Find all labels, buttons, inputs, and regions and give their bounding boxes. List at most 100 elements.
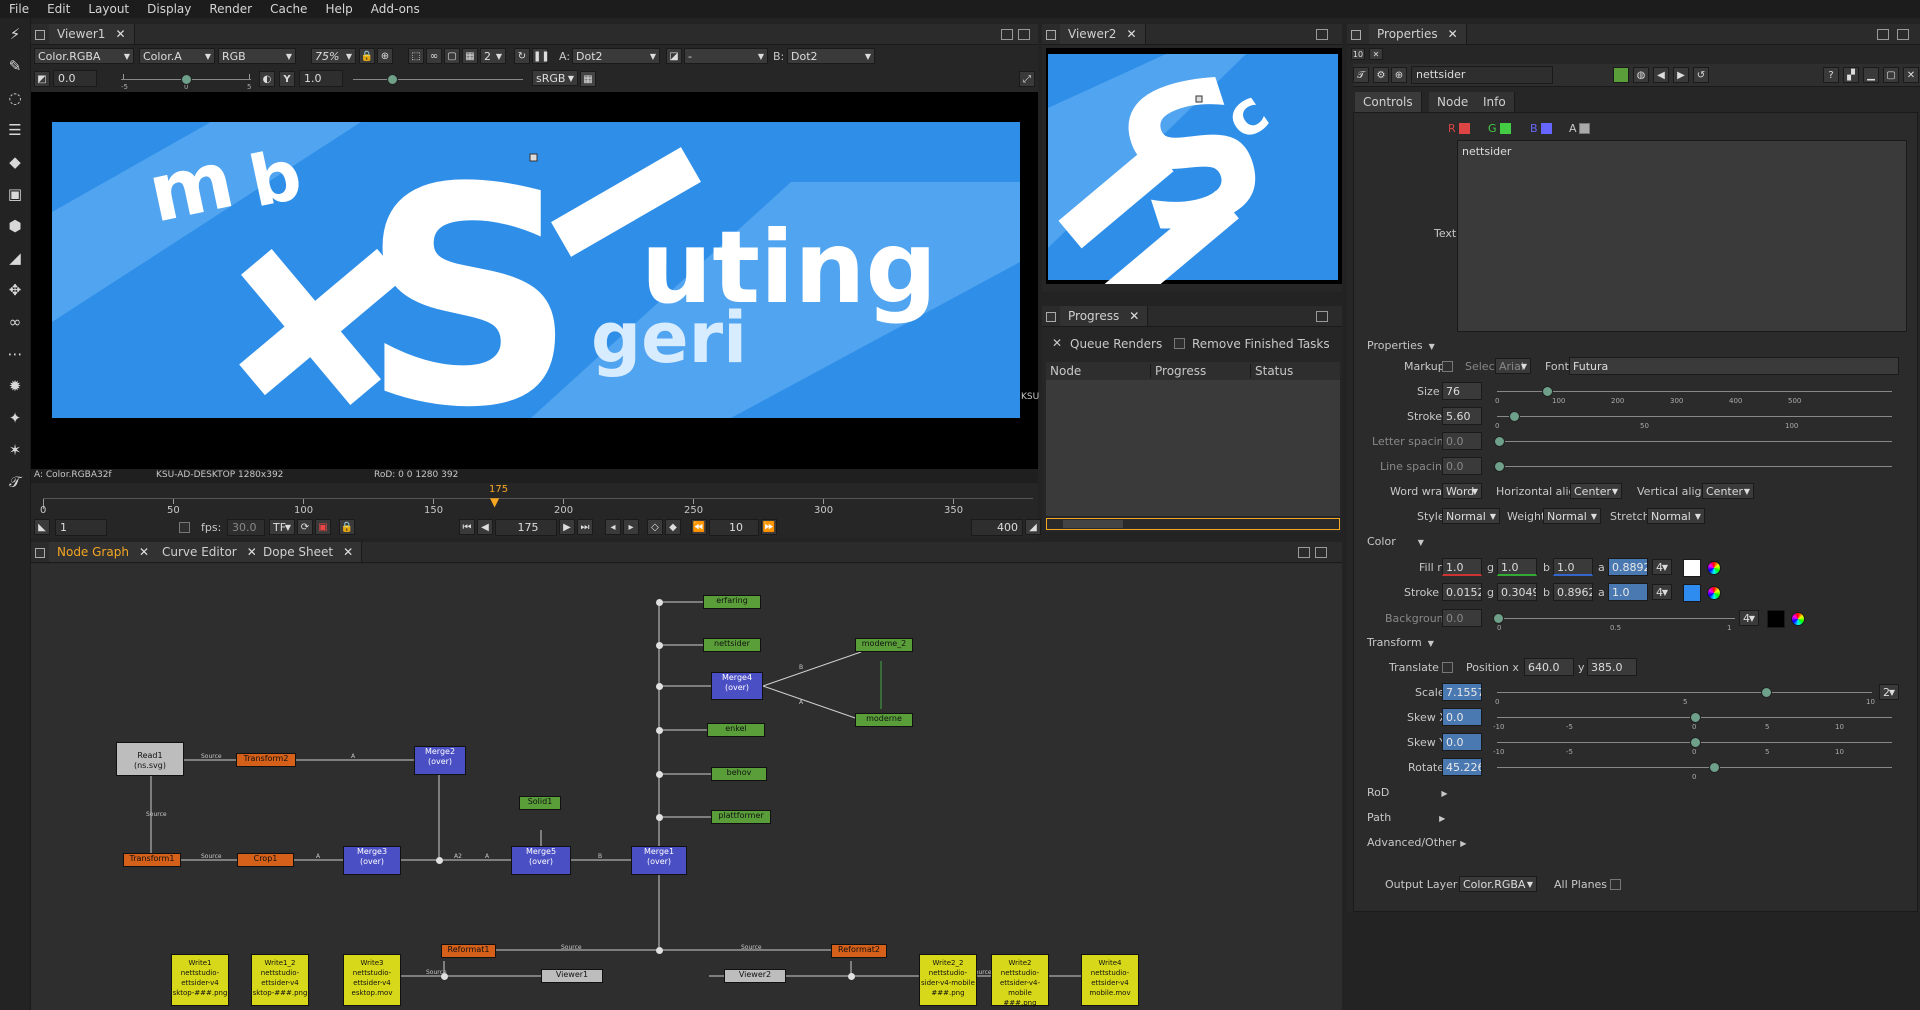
scale-slider[interactable] [1497, 692, 1872, 693]
next-increment-icon[interactable]: ⏩ [761, 519, 777, 535]
play-backward-icon[interactable]: ◀ [477, 519, 493, 535]
remove-finished-checkbox[interactable] [1174, 338, 1185, 349]
position-y-field[interactable]: 385.0 [1587, 658, 1637, 676]
font-field[interactable]: Futura [1569, 357, 1899, 375]
close-icon[interactable]: ✕ [139, 545, 149, 559]
other-tools-icon[interactable]: ⋯ [5, 344, 25, 364]
skewy-knob[interactable] [1690, 737, 1701, 748]
split-icon[interactable] [1877, 29, 1889, 40]
menu-addons[interactable]: Add-ons [362, 0, 429, 18]
clear-panels-icon[interactable]: ✕ [1369, 48, 1383, 60]
node-write1-2[interactable]: Write1_2 nettstudio- ettsider-v4 sktop-#… [251, 954, 309, 1006]
undo-icon[interactable]: ◀ [1653, 67, 1669, 83]
fps-field[interactable]: 30.0 [227, 519, 265, 536]
fill-color-swatch[interactable] [1683, 559, 1701, 577]
viewer1-viewport[interactable]: m b S uting geri KSU [31, 92, 1039, 469]
end-frame-field[interactable]: 400 [971, 519, 1023, 536]
group-color[interactable]: Color ▼ [1367, 535, 1424, 548]
background-color-swatch[interactable] [1767, 610, 1785, 628]
close-icon[interactable]: ✕ [115, 27, 125, 41]
draw-tools-icon[interactable]: ◌ [5, 88, 25, 108]
hide-params-icon[interactable]: ▞ [1843, 67, 1859, 83]
filter-tools-icon[interactable]: ⬢ [5, 216, 25, 236]
dot-node[interactable] [848, 973, 855, 980]
tab-node-graph[interactable]: Node Graph ✕ [49, 542, 159, 562]
max-panels-icon[interactable]: 10 [1351, 48, 1365, 60]
play-forward-icon[interactable]: ▶ [559, 519, 575, 535]
timeline[interactable]: 175 ▼ 0 50 100 150 200 250 300 350 [31, 484, 1038, 517]
out-point-icon[interactable]: ◢ [1025, 519, 1041, 535]
stroke-field[interactable]: 5.60 [1442, 407, 1482, 425]
dot-node[interactable] [656, 814, 663, 821]
start-frame-field[interactable]: 1 [55, 519, 107, 536]
refresh-icon[interactable]: ↻ [514, 48, 530, 64]
dot-node[interactable] [656, 599, 663, 606]
redo-icon[interactable]: ▶ [1673, 67, 1689, 83]
background-slider[interactable] [1497, 618, 1735, 619]
tab-dope-sheet[interactable]: Dope Sheet ✕ [255, 542, 363, 562]
fill-r-field[interactable]: 1.0 [1442, 558, 1482, 576]
node-enkel[interactable]: enkel [707, 723, 765, 737]
input-a-select[interactable]: Dot2 [572, 48, 660, 65]
merge-tools-icon[interactable]: ✥ [5, 280, 25, 300]
node-plattformer[interactable]: plattformer [711, 810, 771, 824]
node-read1[interactable]: Read1 (ns.svg) [116, 742, 184, 776]
node-reformat2[interactable]: Reformat2 [831, 944, 887, 958]
output-layer-select[interactable]: Color.RGBA [1459, 876, 1537, 893]
fill-dims-button[interactable]: 4 [1652, 559, 1672, 576]
translate-checkbox[interactable] [1442, 662, 1453, 673]
node-reformat1[interactable]: Reformat1 [441, 944, 496, 958]
pin-icon[interactable]: ⤢ [1019, 71, 1035, 87]
last-frame-icon[interactable]: ⏭ [577, 519, 593, 535]
menu-layout[interactable]: Layout [79, 0, 138, 18]
menu-render[interactable]: Render [200, 0, 261, 18]
gamma-field[interactable]: 1.0 [299, 70, 343, 87]
next-keyframe-icon[interactable]: ◆ [665, 519, 681, 535]
style-select[interactable]: Normal [1442, 508, 1500, 525]
node-write3[interactable]: Write3 nettstudio- ettsider-v4 esktop.mo… [343, 954, 401, 1006]
center-node-icon[interactable]: ⊕ [1391, 67, 1407, 83]
node-merge2[interactable]: Merge2 (over) [414, 746, 466, 775]
h-align-select[interactable]: Center [1570, 483, 1622, 500]
render-scale-icon[interactable]: ∞ [426, 48, 442, 64]
current-frame-field[interactable]: 175 [495, 519, 557, 536]
channel-r-checkbox[interactable] [1459, 123, 1470, 134]
tf-select[interactable]: TF [269, 519, 295, 536]
gain-toggle-icon[interactable]: ◩ [34, 71, 50, 87]
size-knob[interactable] [1542, 386, 1553, 397]
minimize-icon[interactable]: ▁ [1863, 67, 1879, 83]
select-font-select[interactable]: Arial [1495, 358, 1531, 375]
first-frame-icon[interactable]: ⏮ [459, 519, 475, 535]
text-input[interactable]: nettsider [1457, 140, 1907, 332]
dot-node[interactable] [656, 947, 663, 954]
group-advanced[interactable]: Advanced/Other ▶ [1367, 836, 1466, 849]
close-icon[interactable]: ✕ [1126, 27, 1136, 41]
position-x-field[interactable]: 640.0 [1524, 658, 1574, 676]
channel-tools-icon[interactable]: ◆ [5, 152, 25, 172]
multiview-tools-icon[interactable]: ∞ [5, 312, 25, 332]
menu-edit[interactable]: Edit [38, 0, 79, 18]
group-rod[interactable]: RoD ▶ [1367, 786, 1448, 799]
dot-node[interactable] [436, 857, 443, 864]
close-icon[interactable]: ✕ [1129, 309, 1139, 323]
all-planes-checkbox[interactable] [1610, 879, 1621, 890]
node-merge3[interactable]: Merge3 (over) [343, 846, 401, 875]
scale-dims-button[interactable]: 2 [1879, 684, 1899, 701]
extra-tools-icon[interactable]: ✦ [5, 408, 25, 428]
zoom-select[interactable]: 75% [311, 48, 356, 65]
pause-icon[interactable]: ❚❚ [532, 48, 550, 64]
node-merge1[interactable]: Merge1 (over) [631, 846, 687, 875]
input-b-select[interactable]: Dot2 [787, 48, 875, 65]
size-field[interactable]: 76 [1442, 382, 1482, 400]
line-spacing-knob[interactable] [1494, 461, 1505, 472]
scale-field[interactable]: 7.15577 [1442, 683, 1482, 701]
dot-node[interactable] [656, 642, 663, 649]
colorspace-select[interactable]: sRGB [532, 70, 578, 87]
gamma-toggle-icon[interactable]: Y [279, 71, 295, 87]
pane-menu-icon[interactable] [1351, 30, 1361, 40]
stroke-a-field[interactable]: 1.0 [1608, 583, 1648, 601]
fill-a-field[interactable]: 0.88920 [1608, 558, 1648, 576]
prev-keyframe-icon[interactable]: ◇ [647, 519, 663, 535]
dot-node[interactable] [656, 727, 663, 734]
stroke-knob[interactable] [1509, 411, 1520, 422]
